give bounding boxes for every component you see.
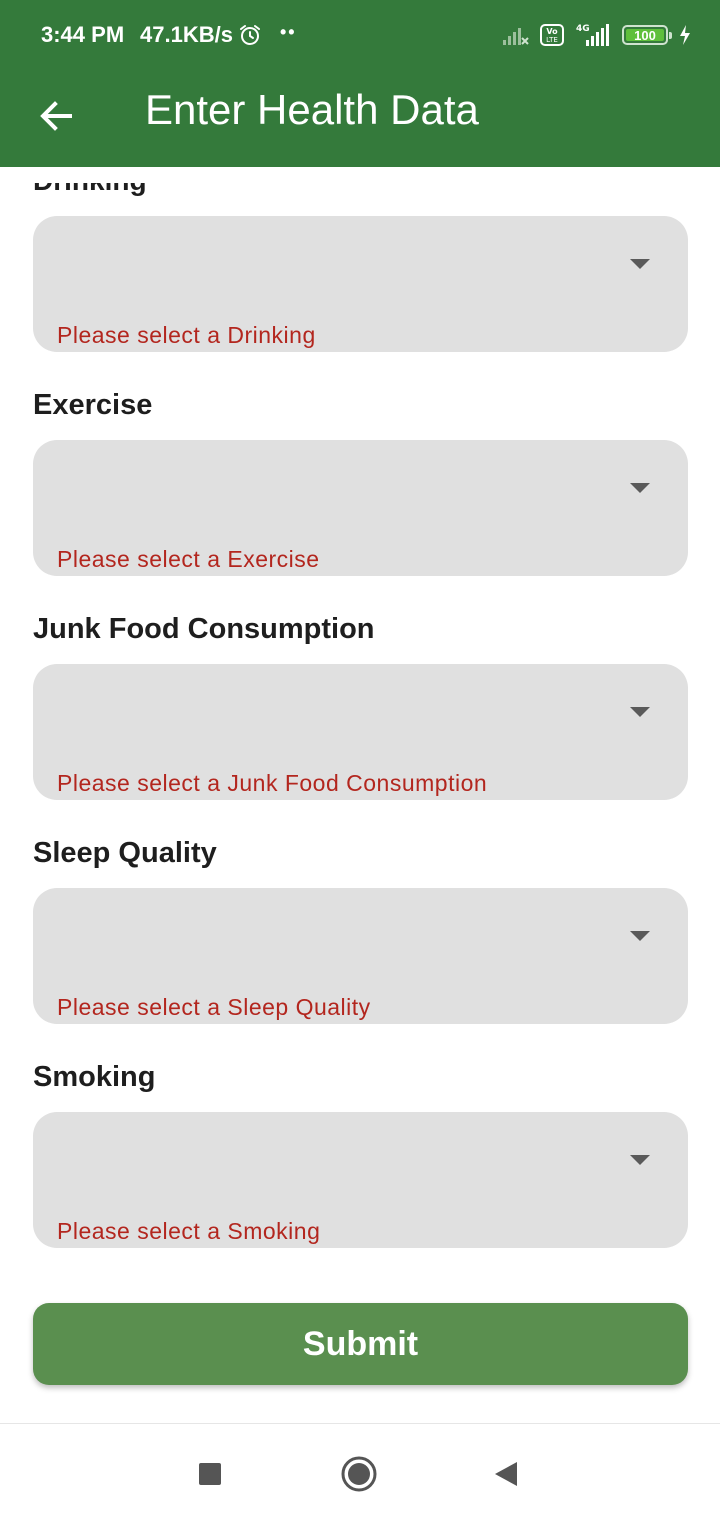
error-message-drinking: Please select a Drinking xyxy=(57,322,316,348)
dropdown-sleep-quality[interactable]: Please select a Sleep Quality xyxy=(33,888,688,1024)
error-message-sleep-quality: Please select a Sleep Quality xyxy=(57,994,371,1020)
dropdown-arrow-icon xyxy=(630,483,650,493)
recents-button[interactable] xyxy=(188,1452,232,1496)
arrow-left-icon xyxy=(40,101,72,131)
back-triangle-icon xyxy=(495,1462,517,1486)
dropdown-exercise[interactable]: Please select a Exercise xyxy=(33,440,688,576)
volte-icon: Vo LTE xyxy=(540,24,564,46)
status-bar: 3:44 PM 47.1KB/s •• Vo LTE 4G 100 xyxy=(0,0,720,70)
field-label-junk-food: Junk Food Consumption xyxy=(33,613,375,645)
signal-4g-icon: 4G xyxy=(576,24,609,46)
svg-text:Vo: Vo xyxy=(546,27,558,36)
error-message-exercise: Please select a Exercise xyxy=(57,546,320,572)
error-message-smoking: Please select a Smoking xyxy=(57,1218,321,1244)
app-bar: Enter Health Data xyxy=(0,70,720,167)
battery-icon: 100 xyxy=(622,25,672,45)
dropdown-arrow-icon xyxy=(630,931,650,941)
page-title: Enter Health Data xyxy=(145,86,479,133)
svg-text:4G: 4G xyxy=(576,24,590,34)
status-time: 3:44 PM xyxy=(41,22,125,47)
home-button[interactable] xyxy=(337,1452,381,1496)
notification-dots: •• xyxy=(280,22,297,42)
dropdown-arrow-icon xyxy=(630,1155,650,1165)
battery-level: 100 xyxy=(634,27,656,43)
field-label-exercise: Exercise xyxy=(33,389,153,421)
field-label-sleep-quality: Sleep Quality xyxy=(33,837,217,869)
dropdown-smoking[interactable]: Please select a Smoking xyxy=(33,1112,688,1248)
error-message-junk-food: Please select a Junk Food Consumption xyxy=(57,770,488,796)
home-circle-icon xyxy=(341,1456,377,1492)
alarm-icon xyxy=(240,25,260,45)
svg-text:LTE: LTE xyxy=(546,36,558,44)
status-icons: Vo LTE 4G 100 xyxy=(502,20,692,50)
charging-bolt-icon xyxy=(680,25,690,45)
recents-square-icon xyxy=(199,1463,221,1485)
field-label-drinking: Drinking xyxy=(33,183,147,203)
top-header: 3:44 PM 47.1KB/s •• Vo LTE 4G 100 Enter … xyxy=(0,0,720,167)
dropdown-junk-food[interactable]: Please select a Junk Food Consumption xyxy=(33,664,688,800)
dropdown-drinking[interactable]: Please select a Drinking xyxy=(33,216,688,352)
back-button[interactable] xyxy=(24,84,88,148)
nav-back-button[interactable] xyxy=(484,1452,528,1496)
submit-button[interactable]: Submit xyxy=(33,1303,688,1385)
dropdown-arrow-icon xyxy=(630,259,650,269)
signal-weak-icon xyxy=(503,28,529,45)
system-nav-bar xyxy=(0,1423,720,1520)
status-net-speed: 47.1KB/s xyxy=(140,22,233,47)
field-label-smoking: Smoking xyxy=(33,1061,156,1093)
form-scroll-area[interactable]: Drinking Please select a Drinking Exerci… xyxy=(0,167,720,1423)
dropdown-arrow-icon xyxy=(630,707,650,717)
